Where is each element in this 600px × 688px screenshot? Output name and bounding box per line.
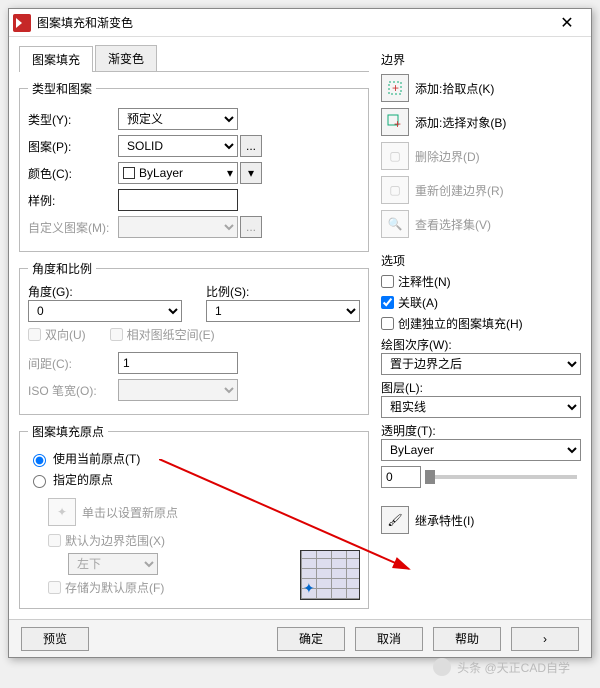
pattern-select[interactable]: SOLID: [118, 135, 238, 157]
layer-select[interactable]: 粗实线: [381, 396, 581, 418]
origin-specified-radio[interactable]: [33, 475, 46, 488]
inherit-props-button[interactable]: 🖌: [381, 506, 409, 534]
origin-pos-select: 左下: [68, 553, 158, 575]
origin-preview-icon: ✦: [300, 550, 360, 600]
svg-text:+: +: [394, 117, 401, 130]
remove-boundary-button: ▢: [381, 142, 409, 170]
iso-label: ISO 笔宽(O):: [28, 382, 118, 399]
scale-select[interactable]: 1: [206, 300, 360, 322]
sample-swatch[interactable]: [118, 189, 238, 211]
group-angle-scale: 角度和比例 角度(G): 0 比例(S): 1 双向(U) 相对图纸空间(E): [19, 260, 369, 415]
trans-label: 透明度(T):: [381, 422, 581, 439]
recreate-boundary-button: ▢: [381, 176, 409, 204]
pattern-label: 图案(P):: [28, 138, 118, 155]
custom-select: [118, 216, 238, 238]
tab-gradient[interactable]: 渐变色: [95, 45, 157, 71]
type-select[interactable]: 预定义: [118, 108, 238, 130]
color2-button[interactable]: ▾: [240, 162, 262, 184]
close-button[interactable]: ✕: [547, 13, 587, 33]
watermark: 头条 @天正CAD自学: [433, 658, 570, 676]
sample-label: 样例:: [28, 192, 118, 209]
view-selection-button: 🔍: [381, 210, 409, 238]
click-origin-button: ✦: [48, 498, 76, 526]
titlebar: 图案填充和渐变色 ✕: [9, 9, 591, 37]
separate-checkbox[interactable]: [381, 317, 394, 330]
default-ext-checkbox: [48, 534, 61, 547]
legend-origin: 图案填充原点: [28, 423, 108, 440]
options-header: 选项: [381, 252, 581, 269]
group-origin: 图案填充原点 使用当前原点(T) 指定的原点 ✦单击以设置新原点 默认为边界范围…: [19, 423, 369, 609]
tab-hatch[interactable]: 图案填充: [19, 46, 93, 72]
expand-button[interactable]: ›: [511, 627, 579, 651]
scale-label: 比例(S):: [206, 283, 360, 300]
angle-label: 角度(G):: [28, 283, 182, 300]
legend-angle: 角度和比例: [28, 260, 96, 277]
spacing-label: 间距(C):: [28, 355, 118, 372]
type-label: 类型(Y):: [28, 111, 118, 128]
draworder-select[interactable]: 置于边界之后: [381, 353, 581, 375]
origin-current-radio[interactable]: [33, 454, 46, 467]
color-label: 颜色(C):: [28, 165, 118, 182]
avatar-icon: [433, 658, 451, 676]
ok-button[interactable]: 确定: [277, 627, 345, 651]
app-logo-icon: [13, 14, 31, 32]
help-button[interactable]: 帮助: [433, 627, 501, 651]
hatch-dialog: 图案填充和渐变色 ✕ 图案填充 渐变色 类型和图案 类型(Y): 预定义 图案(…: [8, 8, 592, 658]
annotative-checkbox[interactable]: [381, 275, 394, 288]
spacing-input[interactable]: [118, 352, 238, 374]
tab-bar: 图案填充 渐变色: [19, 45, 369, 72]
dialog-footer: 预览 确定 取消 帮助 ›: [9, 619, 591, 657]
iso-select: [118, 379, 238, 401]
legend-type: 类型和图案: [28, 80, 96, 97]
relpaper-checkbox: [110, 328, 123, 341]
layer-label: 图层(L):: [381, 379, 581, 396]
trans-value-input[interactable]: [381, 466, 421, 488]
add-pick-button[interactable]: +: [381, 74, 409, 102]
custom-label: 自定义图案(M):: [28, 219, 118, 236]
draworder-label: 绘图次序(W):: [381, 336, 581, 353]
angle-select[interactable]: 0: [28, 300, 182, 322]
cancel-button[interactable]: 取消: [355, 627, 423, 651]
pattern-browse-button[interactable]: ...: [240, 135, 262, 157]
trans-slider[interactable]: [425, 475, 577, 479]
trans-mode-select[interactable]: ByLayer: [381, 439, 581, 461]
custom-browse: ...: [240, 216, 262, 238]
color-select[interactable]: ByLayer▾: [118, 162, 238, 184]
double-checkbox: [28, 328, 41, 341]
store-origin-checkbox: [48, 581, 61, 594]
dialog-title: 图案填充和渐变色: [37, 14, 547, 31]
svg-text:+: +: [392, 81, 399, 95]
group-type-pattern: 类型和图案 类型(Y): 预定义 图案(P): SOLID ... 颜色(C):…: [19, 80, 369, 252]
associative-checkbox[interactable]: [381, 296, 394, 309]
boundary-header: 边界: [381, 51, 581, 68]
preview-button[interactable]: 预览: [21, 627, 89, 651]
add-select-button[interactable]: +: [381, 108, 409, 136]
